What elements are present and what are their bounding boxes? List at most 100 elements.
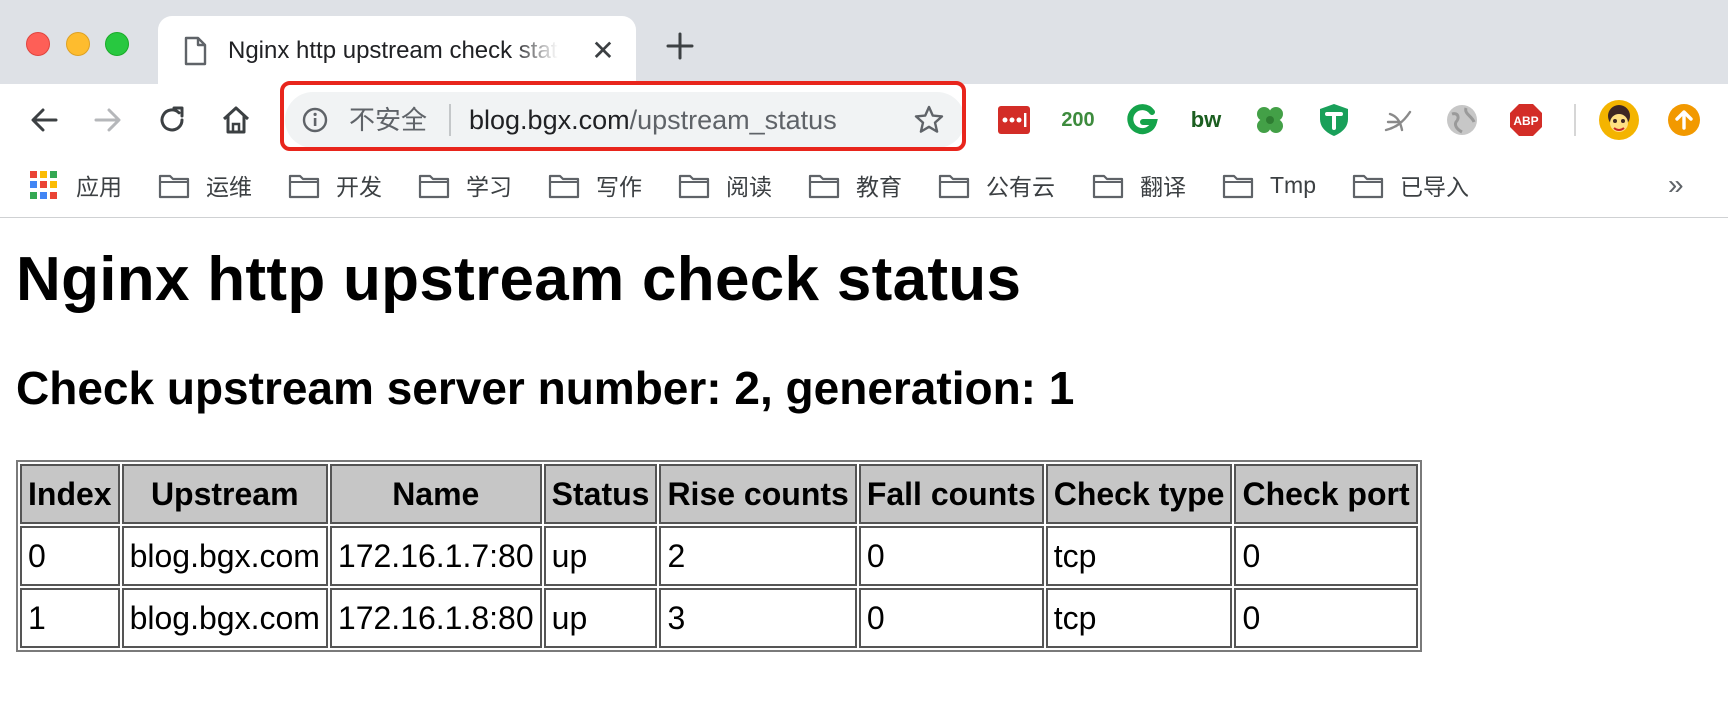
header-fall-counts: Fall counts xyxy=(858,464,1044,524)
tab-strip: Nginx http upstream check status ✕ xyxy=(0,0,1728,84)
bookmark-folder-imported[interactable]: 已导入 xyxy=(1352,168,1469,202)
bw-icon[interactable]: bw xyxy=(1186,102,1226,138)
folder-icon xyxy=(678,174,710,199)
home-icon[interactable] xyxy=(218,102,254,138)
cell-index: 0 xyxy=(20,526,120,586)
close-window-button[interactable] xyxy=(26,32,50,56)
page-content: Nginx http upstream check status Check u… xyxy=(16,218,1716,652)
cell-status: up xyxy=(543,526,658,586)
folder-icon xyxy=(1092,174,1124,199)
tab-active[interactable]: Nginx http upstream check status ✕ xyxy=(158,16,636,84)
bookmarks-overflow-icon[interactable]: » xyxy=(1668,170,1684,200)
cell-fall-counts: 0 xyxy=(858,588,1044,648)
bookmark-star-icon[interactable] xyxy=(913,104,945,136)
bookmark-folder-writing[interactable]: 写作 xyxy=(548,168,642,202)
url-path: /upstream_status xyxy=(629,105,837,135)
cell-upstream: blog.bgx.com xyxy=(121,588,328,648)
cell-check-type: tcp xyxy=(1045,526,1233,586)
table-header-row: Index Upstream Name Status Rise counts F… xyxy=(20,464,1418,524)
folder-icon xyxy=(1352,174,1384,199)
calligraphy-icon[interactable] xyxy=(1380,102,1416,138)
new-tab-icon[interactable] xyxy=(664,30,696,62)
folder-icon xyxy=(158,174,190,199)
header-status: Status xyxy=(543,464,658,524)
cell-index: 1 xyxy=(20,588,120,648)
header-check-port: Check port xyxy=(1234,464,1418,524)
bookmark-label: 运维 xyxy=(206,174,252,200)
bookmark-folder-translate[interactable]: 翻译 xyxy=(1092,168,1186,202)
header-rise-counts: Rise counts xyxy=(659,464,857,524)
bookmark-label: 开发 xyxy=(336,174,382,200)
status-200-icon[interactable]: 200 xyxy=(1054,102,1102,138)
globe-icon[interactable] xyxy=(1444,102,1480,138)
folder-icon xyxy=(548,174,580,199)
header-upstream: Upstream xyxy=(121,464,328,524)
cell-upstream: blog.bgx.com xyxy=(121,526,328,586)
bookmark-folder-public-cloud[interactable]: 公有云 xyxy=(938,168,1055,202)
bookmark-label: 翻译 xyxy=(1140,174,1186,200)
bookmark-label: 应用 xyxy=(76,174,122,200)
forward-icon[interactable] xyxy=(90,102,126,138)
cell-check-type: tcp xyxy=(1045,588,1233,648)
bookmark-folder-education[interactable]: 教育 xyxy=(808,168,902,202)
cell-name: 172.16.1.8:80 xyxy=(329,588,542,648)
header-check-type: Check type xyxy=(1045,464,1233,524)
toolbar-separator xyxy=(1574,104,1576,136)
bookmark-label: 教育 xyxy=(856,174,902,200)
url-text[interactable]: blog.bgx.com/upstream_status xyxy=(469,104,837,136)
bookmark-folder-study[interactable]: 学习 xyxy=(418,168,512,202)
cell-rise-counts: 2 xyxy=(659,526,857,586)
page-title: Nginx http upstream check status xyxy=(16,245,1022,314)
folder-icon xyxy=(938,174,970,199)
update-icon[interactable] xyxy=(1666,102,1702,138)
header-index: Index xyxy=(20,464,120,524)
bookmark-folder-tmp[interactable]: Tmp xyxy=(1222,168,1316,202)
bookmark-folder-dev[interactable]: 开发 xyxy=(288,168,382,202)
bookmark-label: 学习 xyxy=(466,174,512,200)
adblock-icon[interactable]: ABP xyxy=(1508,102,1544,138)
bookmark-folder-reading[interactable]: 阅读 xyxy=(678,168,772,202)
bookmark-folder-ops[interactable]: 运维 xyxy=(158,168,252,202)
header-name: Name xyxy=(329,464,542,524)
table-row: 1 blog.bgx.com 172.16.1.8:80 up 3 0 tcp … xyxy=(20,588,1418,648)
svg-text:ABP: ABP xyxy=(1513,114,1538,128)
clover-icon[interactable] xyxy=(1252,102,1288,138)
bookmark-label: 已导入 xyxy=(1400,174,1469,200)
address-bar[interactable]: 不安全 blog.bgx.com/upstream_status xyxy=(285,92,965,148)
url-host: blog.bgx.com xyxy=(469,105,630,135)
folder-icon xyxy=(1222,174,1254,199)
bookmark-label: 阅读 xyxy=(726,174,772,200)
document-icon xyxy=(184,36,207,66)
bookmark-label: 公有云 xyxy=(986,174,1055,200)
bookmark-label: 写作 xyxy=(596,174,642,200)
lastpass-icon[interactable] xyxy=(996,102,1032,138)
maximize-window-button[interactable] xyxy=(105,32,129,56)
grammarly-icon[interactable] xyxy=(1124,102,1160,138)
page-subtitle: Check upstream server number: 2, generat… xyxy=(16,362,1075,414)
bookmark-label: Tmp xyxy=(1270,171,1316,198)
cell-name: 172.16.1.7:80 xyxy=(329,526,542,586)
apps-grid-icon xyxy=(30,171,58,199)
folder-icon xyxy=(288,174,320,199)
cell-rise-counts: 3 xyxy=(659,588,857,648)
tab-title: Nginx http upstream check status xyxy=(228,37,558,64)
upstream-status-table: Index Upstream Name Status Rise counts F… xyxy=(16,460,1422,652)
bookmark-apps[interactable]: 应用 xyxy=(30,168,122,202)
bookmarks-bar: 应用 运维 开发 学习 写作 阅读 教育 公有云 翻译 Tmp 已导入 » xyxy=(0,156,1728,218)
cell-check-port: 0 xyxy=(1234,588,1418,648)
close-tab-icon[interactable]: ✕ xyxy=(588,36,618,66)
shield-t-icon[interactable] xyxy=(1316,102,1352,138)
minimize-window-button[interactable] xyxy=(66,32,90,56)
folder-icon xyxy=(808,174,840,199)
back-icon[interactable] xyxy=(26,102,62,138)
security-label[interactable]: 不安全 xyxy=(349,104,427,136)
table-row: 0 blog.bgx.com 172.16.1.7:80 up 2 0 tcp … xyxy=(20,526,1418,586)
avatar[interactable] xyxy=(1598,99,1640,141)
reload-icon[interactable] xyxy=(154,102,190,138)
folder-icon xyxy=(418,174,450,199)
cell-fall-counts: 0 xyxy=(858,526,1044,586)
cell-check-port: 0 xyxy=(1234,526,1418,586)
info-icon[interactable] xyxy=(301,106,329,134)
omnibox-divider xyxy=(449,104,451,136)
cell-status: up xyxy=(543,588,658,648)
